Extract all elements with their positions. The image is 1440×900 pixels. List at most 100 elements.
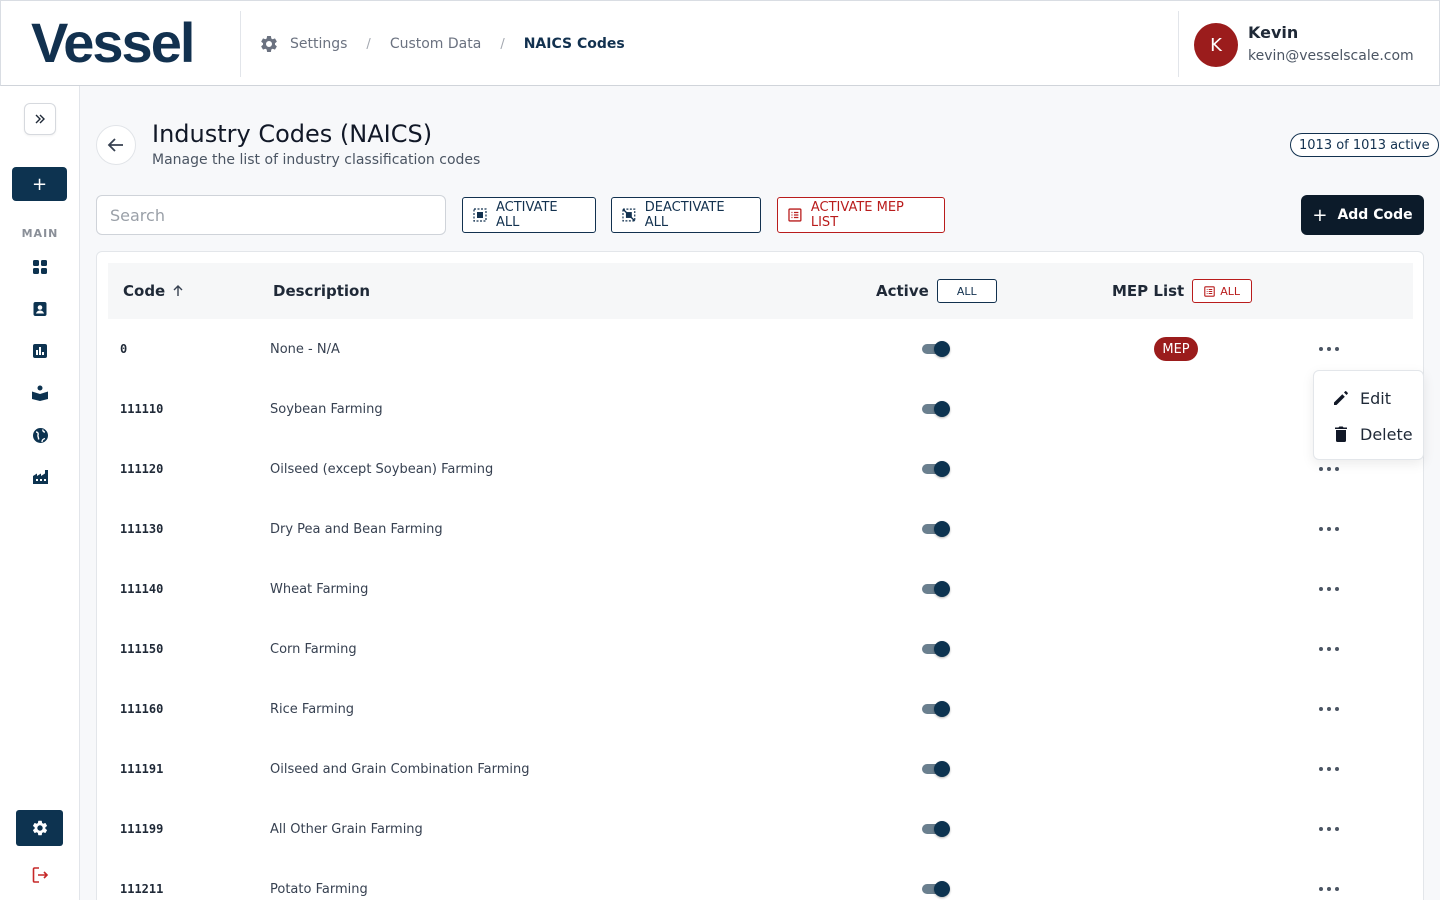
sidebar: + MAIN bbox=[0, 86, 80, 900]
code-cell: 0 bbox=[120, 342, 128, 356]
sidebar-item-global[interactable] bbox=[31, 426, 49, 444]
logout-button[interactable] bbox=[31, 866, 49, 884]
description-cell: Wheat Farming bbox=[270, 581, 369, 597]
add-code-button[interactable]: + Add Code bbox=[1301, 195, 1424, 235]
code-cell: 111140 bbox=[120, 582, 164, 596]
factory-icon bbox=[32, 470, 48, 484]
code-cell: 111120 bbox=[120, 462, 164, 476]
active-toggle[interactable] bbox=[920, 700, 951, 718]
mep-filter-label: ALL bbox=[1220, 284, 1241, 298]
avatar[interactable]: K bbox=[1194, 23, 1238, 67]
deactivate-all-button[interactable]: DEACTIVATE ALL bbox=[611, 197, 761, 233]
breadcrumb-settings[interactable]: Settings bbox=[290, 36, 347, 52]
row-actions-button[interactable] bbox=[1319, 639, 1339, 659]
description-cell: Dry Pea and Bean Farming bbox=[270, 521, 443, 537]
gear-icon bbox=[32, 820, 47, 836]
search-input[interactable] bbox=[96, 195, 446, 235]
breadcrumb-separator: / bbox=[366, 36, 371, 52]
code-cell: 111191 bbox=[120, 762, 164, 776]
reports-icon bbox=[33, 344, 47, 358]
code-cell: 111199 bbox=[120, 822, 164, 836]
table-row: 111150 Corn Farming bbox=[108, 619, 1413, 679]
active-filter-button[interactable]: ALL bbox=[936, 279, 997, 303]
table-row: 111199 All Other Grain Farming bbox=[108, 799, 1413, 859]
sidebar-item-reports[interactable] bbox=[31, 342, 49, 360]
activate-mep-list-label: ACTIVATE MEP LIST bbox=[810, 200, 904, 230]
active-toggle[interactable] bbox=[920, 520, 951, 538]
page-title: Industry Codes (NAICS) bbox=[152, 120, 433, 148]
vessel-logo[interactable]: Vessel bbox=[31, 11, 195, 75]
row-actions-button[interactable] bbox=[1319, 579, 1339, 599]
active-toggle[interactable] bbox=[920, 880, 951, 898]
row-actions-button[interactable] bbox=[1319, 699, 1339, 719]
row-actions-button[interactable] bbox=[1319, 459, 1339, 479]
breadcrumb-separator: / bbox=[500, 36, 505, 52]
app-header: Vessel Settings / Custom Data / NAICS Co… bbox=[0, 0, 1440, 86]
code-cell: 111150 bbox=[120, 642, 164, 656]
table-row: 111130 Dry Pea and Bean Farming bbox=[108, 499, 1413, 559]
column-header-active-label: Active bbox=[876, 282, 929, 300]
active-toggle[interactable] bbox=[920, 640, 951, 658]
active-toggle[interactable] bbox=[920, 400, 951, 418]
sidebar-item-learning[interactable] bbox=[31, 384, 49, 402]
trash-icon bbox=[1335, 426, 1347, 442]
activate-all-button[interactable]: ACTIVATE ALL bbox=[462, 197, 596, 233]
breadcrumb: Settings / Custom Data / NAICS Codes bbox=[259, 32, 625, 56]
table-row: 111140 Wheat Farming bbox=[108, 559, 1413, 619]
globe-icon bbox=[32, 427, 48, 443]
user-menu[interactable]: K Kevin kevin@vesselscale.com bbox=[1194, 22, 1414, 68]
table-row: 111160 Rice Farming bbox=[108, 679, 1413, 739]
deactivate-all-label: DEACTIVATE ALL bbox=[644, 200, 725, 230]
table-row: 111211 Potato Farming bbox=[108, 859, 1413, 900]
mep-badge: MEP bbox=[1154, 337, 1198, 361]
active-toggle[interactable] bbox=[920, 760, 951, 778]
user-email: kevin@vesselscale.com bbox=[1248, 48, 1414, 64]
description-cell: Corn Farming bbox=[270, 641, 357, 657]
edit-label: Edit bbox=[1360, 388, 1391, 408]
table-row: 111191 Oilseed and Grain Combination Far… bbox=[108, 739, 1413, 799]
column-header-code-label: Code bbox=[123, 282, 166, 300]
breadcrumb-naics-codes: NAICS Codes bbox=[523, 36, 625, 52]
active-toggle[interactable] bbox=[920, 580, 951, 598]
active-toggle[interactable] bbox=[920, 820, 951, 838]
code-cell: 111130 bbox=[120, 522, 164, 536]
code-cell: 111160 bbox=[120, 702, 164, 716]
description-cell: All Other Grain Farming bbox=[270, 821, 423, 837]
list-icon bbox=[788, 208, 802, 222]
mep-filter-button[interactable]: ALL bbox=[1192, 279, 1253, 303]
contacts-icon bbox=[33, 302, 47, 316]
activate-mep-list-button[interactable]: ACTIVATE MEP LIST bbox=[777, 197, 945, 233]
breadcrumb-custom-data[interactable]: Custom Data bbox=[390, 36, 482, 52]
column-header-description: Description bbox=[273, 282, 371, 300]
description-cell: None - N/A bbox=[270, 341, 340, 357]
active-toggle[interactable] bbox=[920, 340, 951, 358]
naics-table: Code Description Active ALL MEP List ALL… bbox=[96, 251, 1424, 900]
learning-icon bbox=[32, 385, 48, 401]
edit-menu-item[interactable]: Edit bbox=[1314, 380, 1425, 416]
code-cell: 111211 bbox=[120, 882, 164, 896]
expand-sidebar-button[interactable] bbox=[24, 103, 56, 135]
row-actions-button[interactable] bbox=[1319, 879, 1339, 899]
deselect-icon bbox=[622, 208, 636, 222]
sidebar-item-facilities[interactable] bbox=[31, 468, 49, 486]
code-cell: 111110 bbox=[120, 402, 164, 416]
back-button[interactable] bbox=[96, 125, 136, 165]
delete-label: Delete bbox=[1360, 424, 1413, 444]
create-new-button[interactable]: + bbox=[12, 167, 67, 201]
column-header-active: Active ALL bbox=[876, 263, 997, 319]
row-actions-menu: Edit Delete bbox=[1313, 370, 1424, 460]
row-actions-button[interactable] bbox=[1319, 819, 1339, 839]
active-toggle[interactable] bbox=[920, 460, 951, 478]
header-divider bbox=[240, 11, 241, 77]
sidebar-item-dashboard[interactable] bbox=[31, 258, 49, 276]
sidebar-item-contacts[interactable] bbox=[31, 300, 49, 318]
row-actions-button[interactable] bbox=[1319, 759, 1339, 779]
delete-menu-item[interactable]: Delete bbox=[1314, 416, 1425, 452]
table-row: 111110 Soybean Farming bbox=[108, 379, 1413, 439]
column-header-code[interactable]: Code bbox=[123, 263, 185, 319]
sidebar-item-settings[interactable] bbox=[16, 810, 63, 846]
row-actions-button[interactable] bbox=[1319, 339, 1339, 359]
description-cell: Potato Farming bbox=[270, 881, 368, 897]
add-code-label: Add Code bbox=[1337, 207, 1413, 223]
row-actions-button[interactable] bbox=[1319, 519, 1339, 539]
